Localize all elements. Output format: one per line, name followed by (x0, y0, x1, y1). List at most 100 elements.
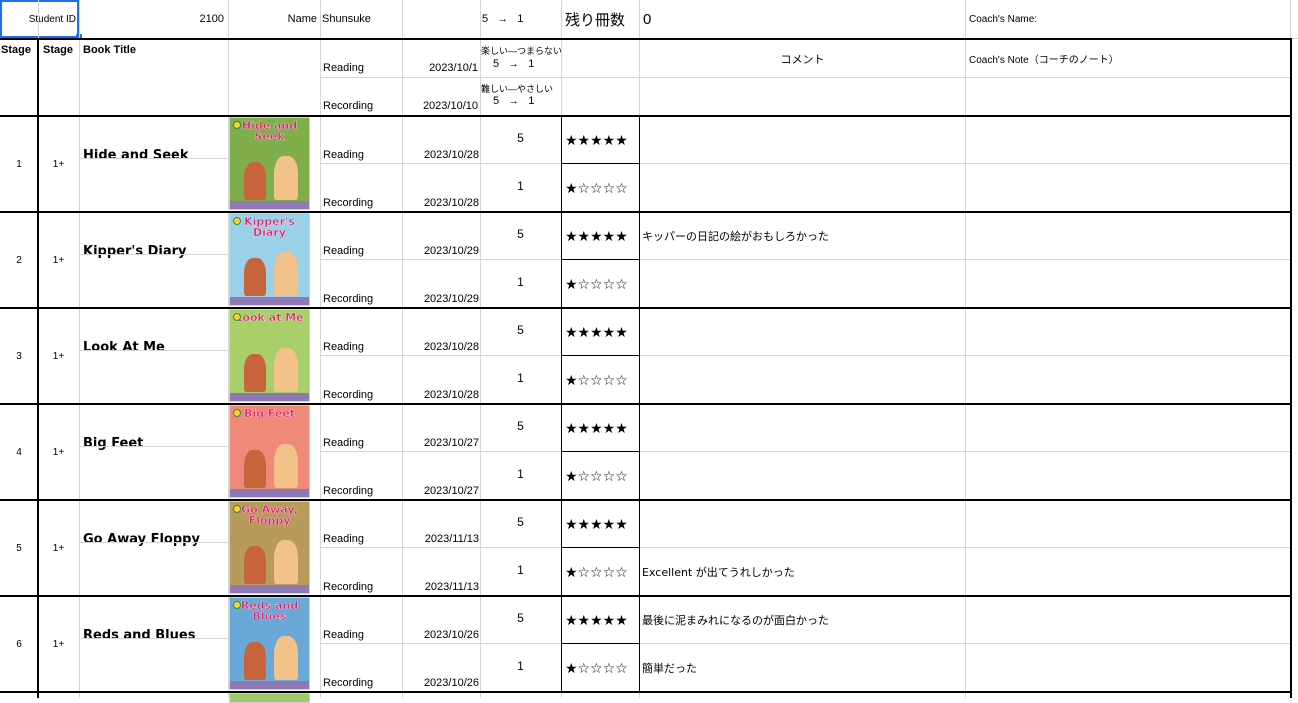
difficulty-stars: ★☆☆☆☆ (565, 275, 628, 292)
cover-band (230, 585, 309, 593)
book-title[interactable]: Look At Me (83, 308, 226, 384)
student-id-value[interactable]: 2100 (80, 0, 228, 38)
reading-date[interactable]: 2023/10/27 (402, 404, 479, 451)
recording-date[interactable]: 2023/10/29 (402, 260, 479, 307)
grid-line (402, 40, 403, 698)
grid-line (228, 40, 229, 698)
recording-date[interactable]: 2023/10/28 (402, 164, 479, 211)
remaining-label: 残り冊数 (565, 10, 626, 29)
difficulty-rating[interactable]: 1 (480, 644, 561, 688)
recording-date[interactable]: 2023/10/28 (402, 356, 479, 403)
book-title[interactable]: Big Feet (83, 404, 226, 480)
comment-reading[interactable] (642, 116, 964, 164)
reading-label: Reading (323, 533, 364, 545)
comment-reading[interactable] (642, 500, 964, 548)
grid-line (320, 0, 321, 38)
comment-recording[interactable] (642, 260, 964, 308)
table-border (1290, 38, 1292, 698)
grid-line (639, 596, 640, 692)
reading-date[interactable]: 2023/10/29 (402, 212, 479, 259)
grid-line (965, 0, 966, 38)
grid-line (79, 158, 228, 159)
comment-recording[interactable]: 簡単だった (642, 644, 964, 692)
coach-note-header: Coach's Note（コーチのノート） (969, 55, 1119, 66)
remaining-value[interactable]: 0 (643, 0, 703, 38)
difficulty-rating[interactable]: 1 (480, 548, 561, 592)
grid-line (639, 0, 640, 38)
grid-line (402, 0, 403, 38)
fun-rating[interactable]: 5 (480, 116, 561, 160)
comment-recording[interactable]: Excellent が出てうれしかった (642, 548, 964, 596)
difficulty-stars: ★☆☆☆☆ (565, 371, 628, 388)
table-border (0, 115, 1292, 117)
fun-rating[interactable]: 5 (480, 596, 561, 640)
recording-label: Recording (323, 581, 374, 593)
leaf-icon (233, 601, 241, 609)
recording-date[interactable]: 2023/10/26 (402, 644, 479, 691)
fun-rating[interactable]: 5 (480, 500, 561, 544)
grid-line (79, 446, 228, 447)
book-title[interactable]: Go Away Floppy (83, 500, 226, 576)
comment-reading[interactable] (642, 404, 964, 452)
fun-rating[interactable]: 5 (480, 212, 561, 256)
fun-stars: ★★★★★ (565, 323, 628, 340)
figure-icon (274, 444, 298, 488)
reading-date[interactable]: 2023/10/26 (402, 596, 479, 643)
difficulty-rating[interactable]: 1 (480, 260, 561, 304)
difficulty-rating[interactable]: 1 (480, 164, 561, 208)
reading-label: Reading (323, 245, 364, 257)
reading-date[interactable]: 2023/10/28 (402, 308, 479, 355)
grid-line (320, 40, 321, 698)
difficulty-rating[interactable]: 1 (480, 452, 561, 496)
grid-line (639, 308, 640, 404)
difficulty-stars: ★☆☆☆☆ (565, 179, 628, 196)
grid-line (79, 542, 228, 543)
figure-icon (274, 252, 298, 296)
book-title[interactable]: Hide and Seek (83, 116, 226, 192)
stage-number: 1 (16, 158, 22, 170)
fun-rating[interactable]: 5 (480, 308, 561, 352)
grid-line (561, 212, 562, 308)
recording-date[interactable]: 2023/11/13 (402, 548, 479, 595)
cover-band (230, 681, 309, 689)
coach-name-label: Coach's Name: (969, 13, 1038, 25)
figure-icon (244, 354, 266, 392)
recording-label: Recording (323, 293, 374, 305)
book-title-header: Book Title (83, 44, 136, 56)
difficulty-caption: 難しい—やさしい (481, 84, 554, 94)
grid-line (1290, 0, 1291, 38)
recording-date[interactable]: 2023/10/27 (402, 452, 479, 499)
stage-level: 1+ (52, 638, 65, 650)
grid-line (561, 0, 562, 38)
reading-date[interactable]: 2023/11/13 (402, 500, 479, 547)
book-cover (229, 693, 310, 703)
grid-line (228, 0, 229, 38)
comment-recording[interactable] (642, 452, 964, 500)
recording-label: Recording (323, 485, 374, 497)
legend-reading-date: 2023/10/1 (429, 62, 478, 74)
name-value[interactable]: Shunsuke (322, 0, 402, 38)
fun-rating[interactable]: 5 (480, 404, 561, 448)
grid-line (320, 547, 1290, 548)
book-title[interactable]: Reds and Blues (83, 596, 226, 672)
cover-band (230, 201, 309, 209)
stage-level: 1+ (52, 542, 65, 554)
comment-recording[interactable] (642, 356, 964, 404)
comment-reading[interactable]: 最後に泥まみれになるのが面白かった (642, 596, 964, 644)
comment-reading[interactable]: キッパーの日記の絵がおもしろかった (642, 212, 964, 260)
difficulty-stars: ★☆☆☆☆ (565, 467, 628, 484)
fun-scale: 5 → 1 (493, 58, 535, 70)
difficulty-rating[interactable]: 1 (480, 356, 561, 400)
table-border (0, 595, 1292, 597)
grid-line (320, 355, 1290, 356)
book-title[interactable]: Kipper's Diary (83, 212, 226, 288)
cover-title: Go Away, Floppy (241, 503, 298, 527)
comment-recording[interactable] (642, 164, 964, 212)
book-cover: Hide and Seek (229, 117, 310, 210)
grid-line (320, 77, 1290, 78)
reading-date[interactable]: 2023/10/28 (402, 116, 479, 163)
legend-reading-label: Reading (323, 62, 364, 74)
comment-reading[interactable] (642, 308, 964, 356)
leaf-icon (233, 313, 241, 321)
grid-line (561, 404, 562, 500)
